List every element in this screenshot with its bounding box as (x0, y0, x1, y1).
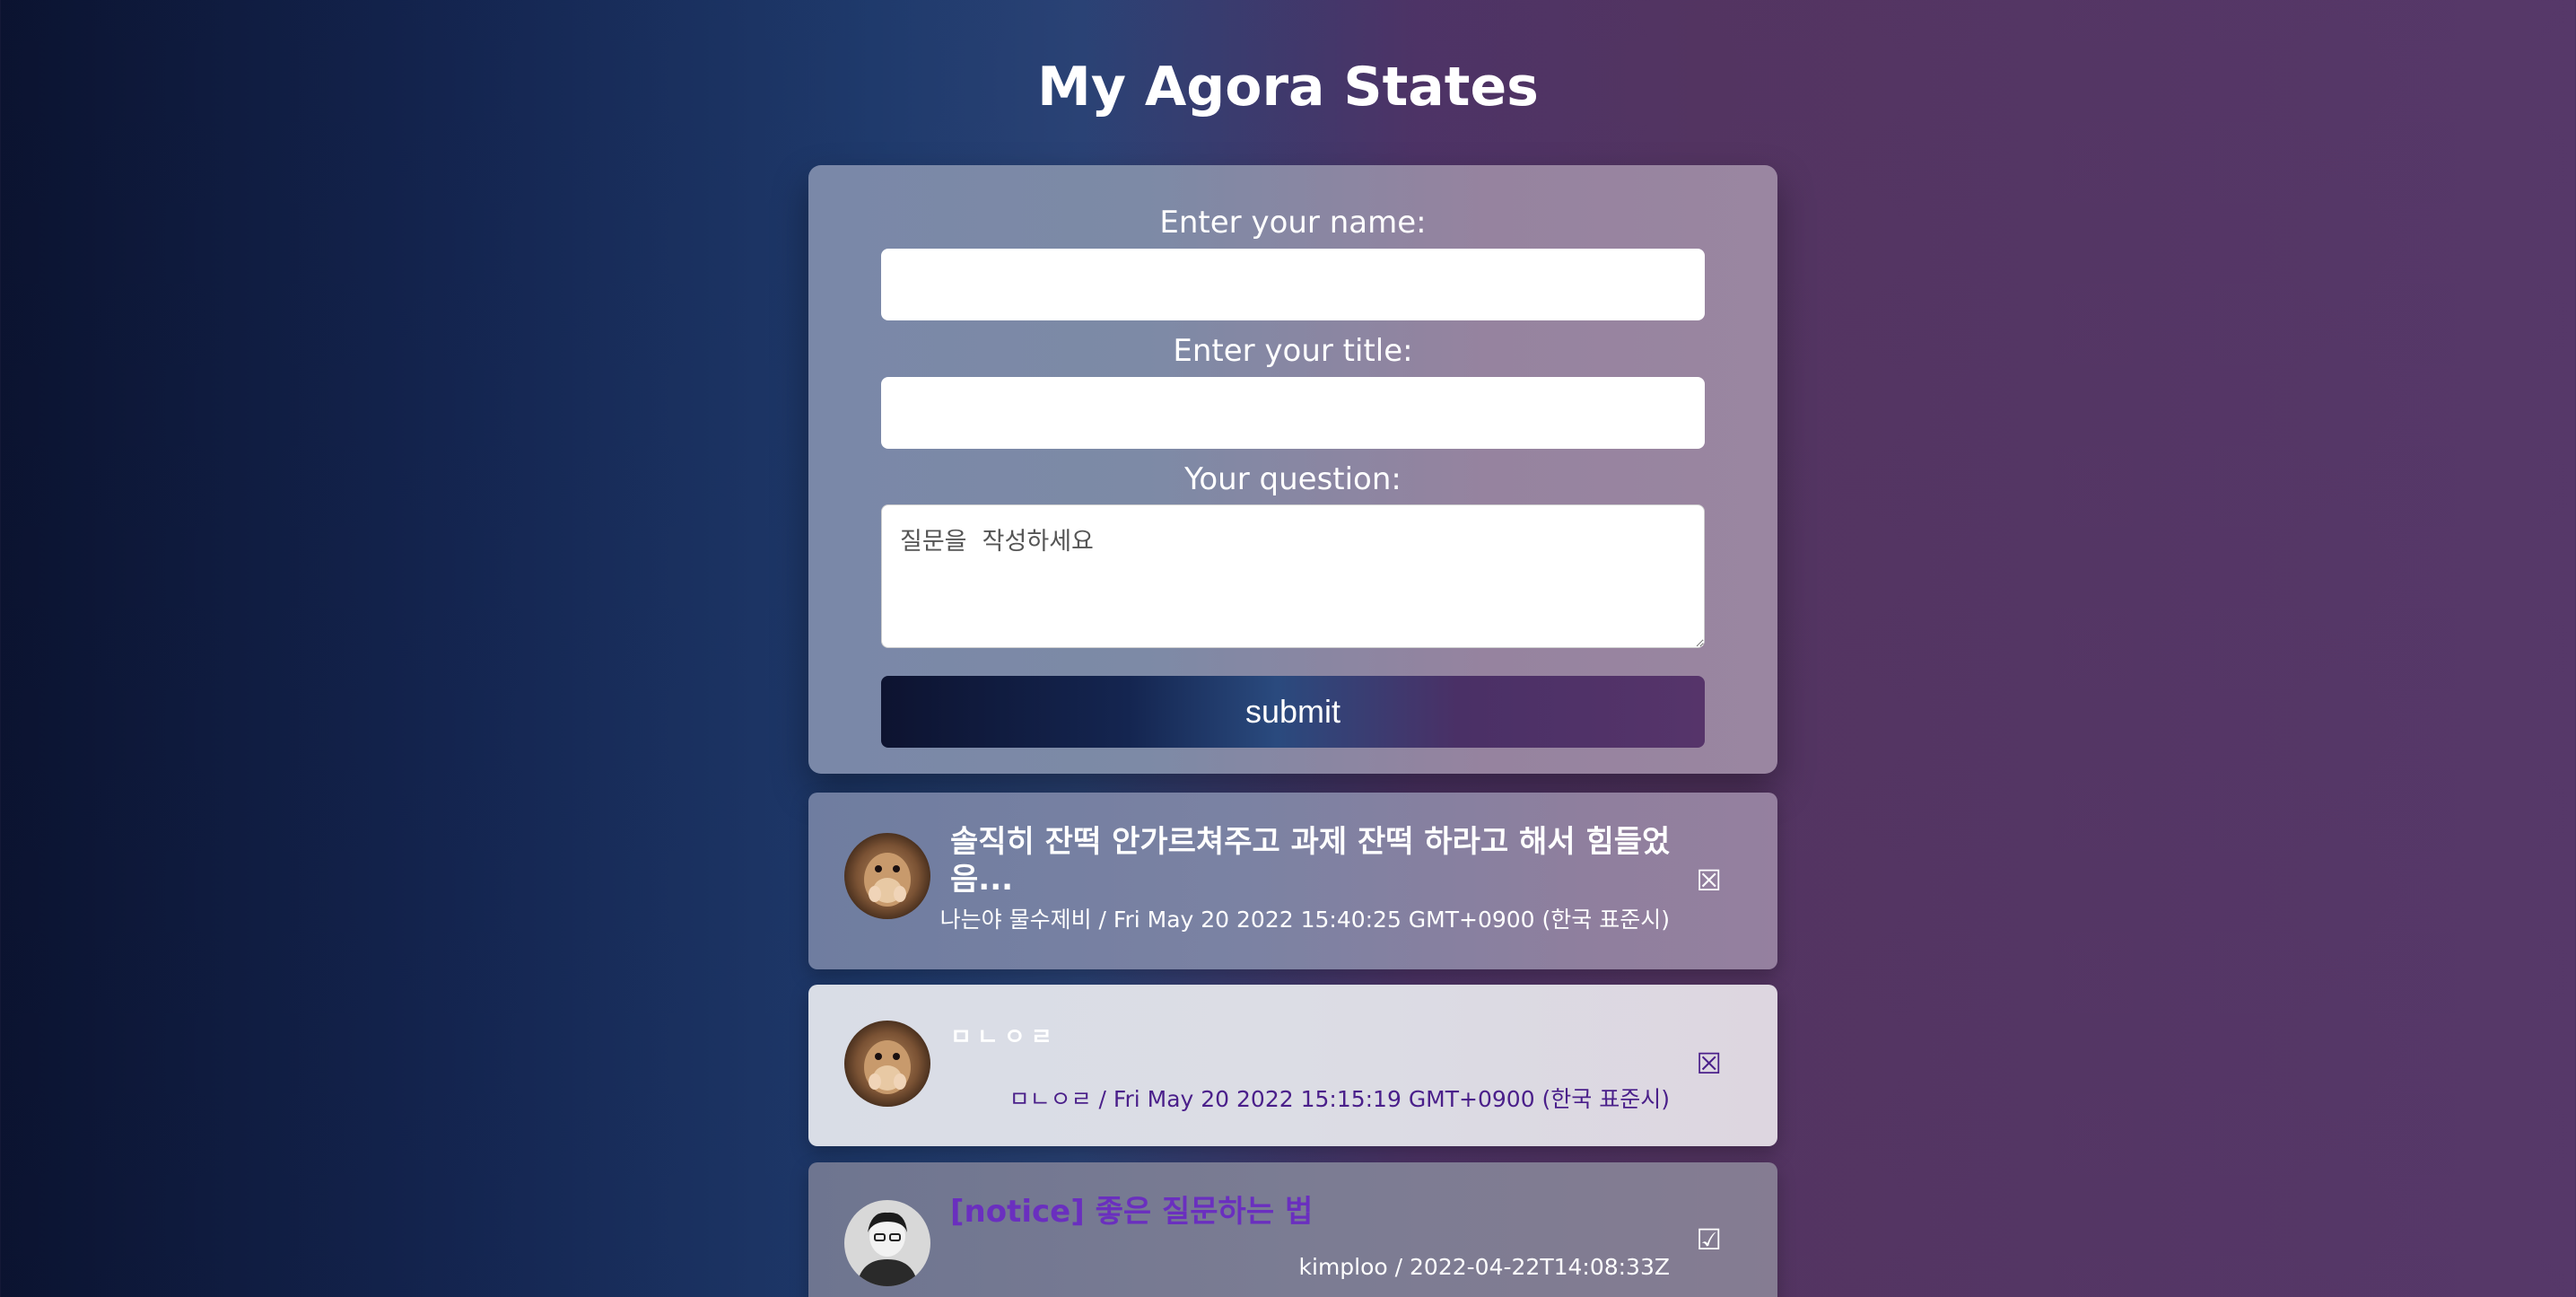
discussion-title[interactable]: ㅁㄴㅇㄹ (950, 1019, 1686, 1056)
discussion-meta: 나는야 물수제비 / Fri May 20 2022 15:40:25 GMT+… (939, 907, 1670, 933)
person-avatar (844, 1200, 930, 1286)
unanswered-checkbox-icon[interactable]: ☒ (1696, 1049, 1722, 1078)
page-title: My Agora States (1037, 56, 1539, 118)
discussion-item[interactable]: ㅁㄴㅇㄹ ㅁㄴㅇㄹ / Fri May 20 2022 15:15:19 GMT… (808, 985, 1777, 1146)
discussion-item[interactable]: 솔직히 잔떡 안가르쳐주고 과제 잔떡 하라고 해서 힘들었음... 나는야 물… (808, 793, 1777, 969)
unanswered-checkbox-icon[interactable]: ☒ (1696, 866, 1722, 895)
question-label: Your question: (1184, 461, 1402, 497)
name-input[interactable] (881, 249, 1705, 320)
title-input[interactable] (881, 377, 1705, 449)
hamster-avatar (844, 833, 930, 919)
discussion-title[interactable]: [notice] 좋은 질문하는 법 (950, 1193, 1686, 1231)
discussion-title[interactable]: 솔직히 잔떡 안가르쳐주고 과제 잔떡 하라고 해서 힘들었음... (950, 823, 1686, 898)
question-form: Enter your name: Enter your title: Your … (808, 165, 1777, 774)
discussion-item[interactable]: [notice] 좋은 질문하는 법 kimploo / 2022-04-22T… (808, 1162, 1777, 1297)
hamster-avatar (844, 1021, 930, 1107)
answered-checkbox-icon[interactable]: ☑ (1696, 1225, 1722, 1254)
name-label: Enter your name: (1159, 205, 1427, 241)
submit-button[interactable]: submit (881, 676, 1705, 748)
discussion-meta: ㅁㄴㅇㄹ / Fri May 20 2022 15:15:19 GMT+0900… (1009, 1086, 1670, 1112)
question-textarea[interactable] (881, 504, 1705, 648)
title-label: Enter your title: (1173, 333, 1413, 369)
discussion-meta: kimploo / 2022-04-22T14:08:33Z (1298, 1254, 1670, 1280)
